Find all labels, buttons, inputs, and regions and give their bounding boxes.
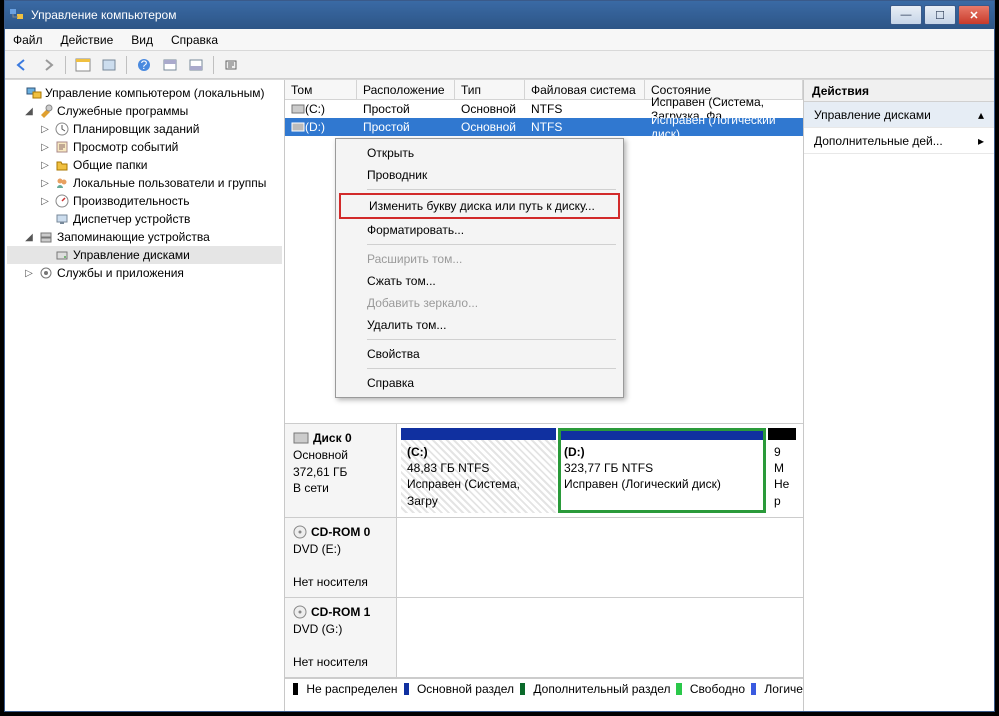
help-button[interactable]: ? [133, 54, 155, 76]
col-type[interactable]: Тип [455, 80, 525, 99]
menu-action[interactable]: Действие [61, 33, 114, 47]
menu-view[interactable]: Вид [131, 33, 153, 47]
ctx-props[interactable]: Свойства [339, 343, 620, 365]
tree-storage[interactable]: ◢Запоминающие устройства [7, 228, 282, 246]
tree-pane[interactable]: Управление компьютером (локальным) ◢Служ… [5, 80, 285, 711]
users-icon [54, 175, 70, 191]
col-volume[interactable]: Том [285, 80, 357, 99]
settings-button[interactable] [220, 54, 242, 76]
forward-button[interactable] [37, 54, 59, 76]
cdrom-1-label: CD-ROM 1 DVD (G:) Нет носителя [285, 598, 397, 677]
menu-help[interactable]: Справка [171, 33, 218, 47]
tree-shared[interactable]: ▷Общие папки [7, 156, 282, 174]
ctx-change-letter[interactable]: Изменить букву диска или путь к диску... [339, 193, 620, 219]
ctx-format[interactable]: Форматировать... [339, 219, 620, 241]
disk-icon [54, 247, 70, 263]
close-button[interactable]: ✕ [958, 5, 990, 25]
actions-more[interactable]: Дополнительные дей...▸ [804, 128, 994, 154]
cdrom-0-row[interactable]: CD-ROM 0 DVD (E:) Нет носителя [285, 518, 803, 598]
partition-unallocated[interactable]: 9 М Не р [768, 428, 796, 513]
partition-c[interactable]: (C:) 48,83 ГБ NTFS Исправен (Система, За… [401, 428, 556, 513]
tree-devmgr[interactable]: Диспетчер устройств [7, 210, 282, 228]
tree-events[interactable]: ▷Просмотр событий [7, 138, 282, 156]
actions-pane: Действия Управление дисками▴ Дополнитель… [804, 80, 994, 711]
tree-scheduler[interactable]: ▷Планировщик заданий [7, 120, 282, 138]
legend: Не распределен Основной раздел Дополните… [285, 678, 803, 698]
back-button[interactable] [11, 54, 33, 76]
tree-diskmgmt[interactable]: Управление дисками [7, 246, 282, 264]
disk-graphical-view: Диск 0 Основной 372,61 ГБ В сети (C:) 48… [285, 423, 803, 711]
properties-button[interactable] [98, 54, 120, 76]
computer-icon [26, 85, 42, 101]
tree-root[interactable]: Управление компьютером (локальным) [7, 84, 282, 102]
tree-users[interactable]: ▷Локальные пользователи и группы [7, 174, 282, 192]
ctx-explorer[interactable]: Проводник [339, 164, 620, 186]
folder-icon [54, 157, 70, 173]
context-menu: Открыть Проводник Изменить букву диска и… [335, 138, 624, 398]
cd-icon [293, 605, 307, 619]
col-fs[interactable]: Файловая система [525, 80, 645, 99]
tools-icon [38, 103, 54, 119]
window-title: Управление компьютером [31, 8, 888, 22]
clock-icon [54, 121, 70, 137]
disk-0-label: Диск 0 Основной 372,61 ГБ В сети [285, 424, 397, 517]
app-icon [9, 7, 25, 23]
cdrom-1-row[interactable]: CD-ROM 1 DVD (G:) Нет носителя [285, 598, 803, 678]
collapse-icon: ▴ [978, 108, 984, 122]
show-hide-tree-button[interactable] [72, 54, 94, 76]
svg-text:?: ? [141, 58, 148, 72]
storage-icon [38, 229, 54, 245]
tree-performance[interactable]: ▷Производительность [7, 192, 282, 210]
view-top-button[interactable] [159, 54, 181, 76]
actions-group[interactable]: Управление дисками▴ [804, 102, 994, 128]
ctx-open[interactable]: Открыть [339, 142, 620, 164]
chevron-right-icon: ▸ [978, 134, 984, 148]
menu-file[interactable]: Файл [13, 33, 43, 47]
cdrom-0-label: CD-ROM 0 DVD (E:) Нет носителя [285, 518, 397, 597]
volume-icon [291, 103, 305, 115]
disk-0-row[interactable]: Диск 0 Основной 372,61 ГБ В сети (C:) 48… [285, 424, 803, 518]
devmgr-icon [54, 211, 70, 227]
events-icon [54, 139, 70, 155]
partition-d[interactable]: (D:) 323,77 ГБ NTFS Исправен (Логический… [558, 428, 766, 513]
services-icon [38, 265, 54, 281]
titlebar[interactable]: Управление компьютером — ☐ ✕ [5, 1, 994, 29]
ctx-mirror[interactable]: Добавить зеркало... [339, 292, 620, 314]
ctx-help[interactable]: Справка [339, 372, 620, 394]
actions-header: Действия [804, 80, 994, 102]
toolbar: ? [5, 51, 994, 79]
tree-system-tools[interactable]: ◢Служебные программы [7, 102, 282, 120]
tree-services[interactable]: ▷Службы и приложения [7, 264, 282, 282]
ctx-extend[interactable]: Расширить том... [339, 248, 620, 270]
cd-icon [293, 525, 307, 539]
menubar: Файл Действие Вид Справка [5, 29, 994, 51]
col-layout[interactable]: Расположение [357, 80, 455, 99]
perf-icon [54, 193, 70, 209]
volume-row-d[interactable]: (D:) Простой Основной NTFS Исправен (Лог… [285, 118, 803, 136]
ctx-shrink[interactable]: Сжать том... [339, 270, 620, 292]
volume-icon [291, 121, 305, 133]
hdd-icon [293, 432, 309, 444]
view-bottom-button[interactable] [185, 54, 207, 76]
ctx-delete[interactable]: Удалить том... [339, 314, 620, 336]
minimize-button[interactable]: — [890, 5, 922, 25]
maximize-button[interactable]: ☐ [924, 5, 956, 25]
